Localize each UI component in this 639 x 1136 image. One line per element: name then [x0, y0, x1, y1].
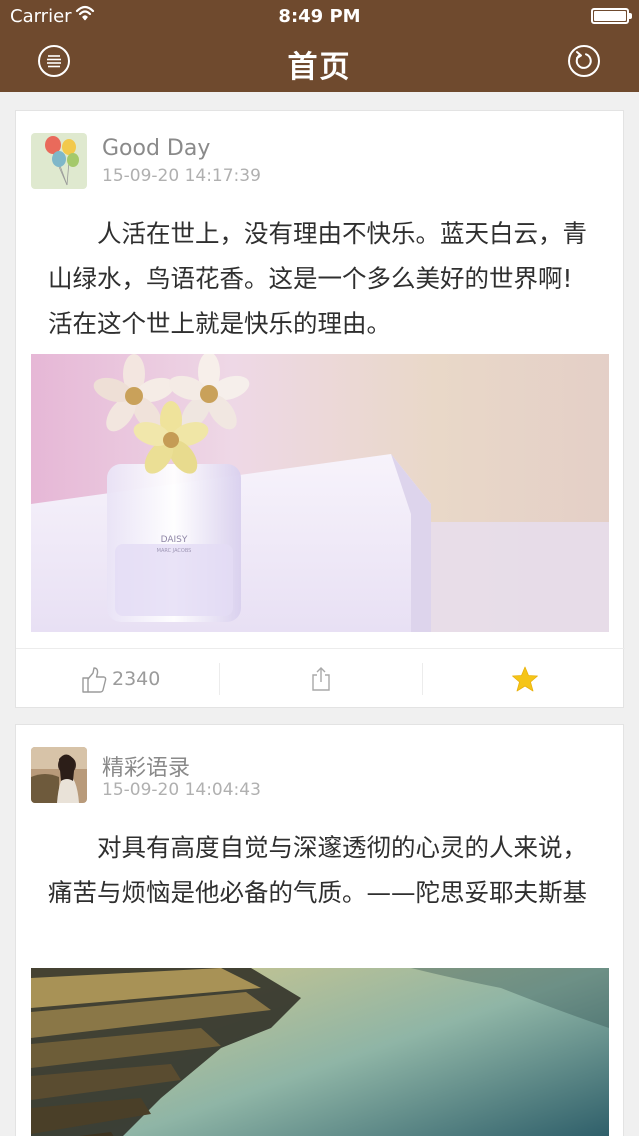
refresh-icon: [575, 51, 592, 69]
battery-icon: [591, 8, 632, 24]
post-author[interactable]: Good Day: [102, 136, 210, 161]
thumbs-up-icon: [82, 667, 107, 693]
post-text: 人活在世上，没有理由不快乐。蓝天白云，青山绿水，鸟语花香。这是一个多么美好的世界…: [48, 219, 587, 338]
post-image[interactable]: [31, 968, 609, 1136]
like-button[interactable]: 2340: [16, 649, 219, 709]
avatar[interactable]: [31, 747, 87, 803]
post-text: 对具有高度自觉与深邃透彻的心灵的人来说，痛苦与烦恼是他必备的气质。——陀思妥耶夫…: [48, 833, 587, 907]
bottle-brand: MARC JACOBS: [157, 548, 192, 554]
like-count: 2340: [112, 668, 161, 690]
share-icon: [312, 667, 330, 691]
post-card[interactable]: 精彩语录 15-09-20 14:04:43 对具有高度自觉与深邃透彻的心灵的人…: [15, 724, 624, 1136]
post-actions: 2340: [16, 648, 625, 708]
star-icon: [512, 666, 538, 692]
status-time: 8:49 PM: [278, 6, 361, 27]
nav-bar: 首页: [0, 32, 639, 92]
post-time: 15-09-20 14:17:39: [102, 166, 261, 186]
share-button[interactable]: [219, 663, 422, 695]
app-header: Carrier 8:49 PM 首页: [0, 0, 639, 92]
avatar[interactable]: [31, 133, 87, 189]
status-bar: Carrier 8:49 PM: [0, 0, 639, 32]
page-title: 首页: [287, 50, 352, 85]
bottle-label: DAISY: [161, 535, 188, 545]
post-time: 15-09-20 14:04:43: [102, 780, 261, 800]
feed[interactable]: Good Day 15-09-20 14:17:39 人活在世上，没有理由不快乐…: [0, 92, 639, 1136]
post-image[interactable]: DAISY MARC JACOBS: [31, 354, 609, 632]
refresh-button[interactable]: [568, 45, 600, 77]
post-card[interactable]: Good Day 15-09-20 14:17:39 人活在世上，没有理由不快乐…: [15, 110, 625, 708]
favorite-button[interactable]: [422, 663, 625, 695]
post-author[interactable]: 精彩语录: [102, 750, 190, 782]
